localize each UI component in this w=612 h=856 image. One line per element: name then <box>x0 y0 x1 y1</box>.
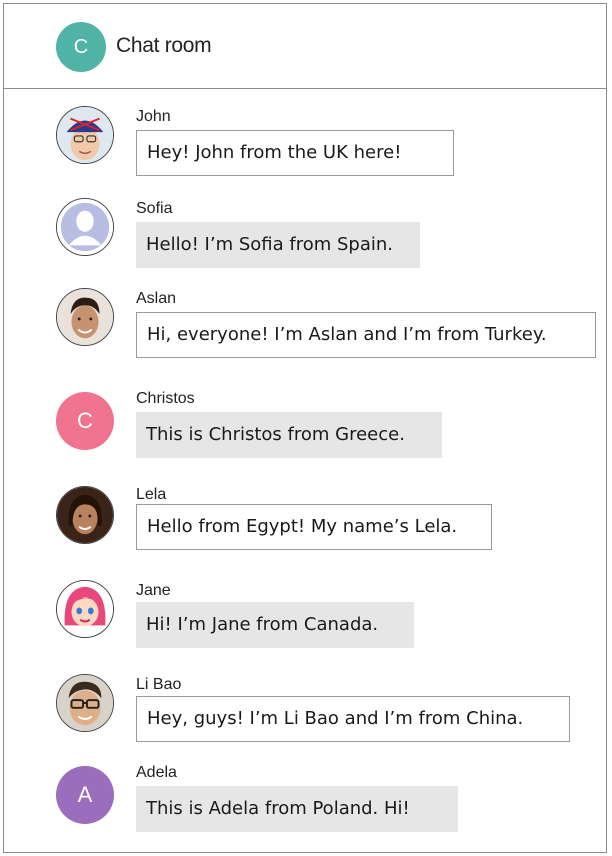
sender-name: Jane <box>136 582 171 599</box>
avatar-john[interactable] <box>56 106 114 164</box>
lela-photo-icon <box>57 487 113 543</box>
sender-name: Aslan <box>136 290 177 307</box>
room-title: Chat room <box>116 34 212 57</box>
avatar-sofia[interactable] <box>56 198 114 256</box>
sender-name: Li Bao <box>136 676 182 693</box>
message-bubble: This is Adela from Poland. Hi! <box>136 786 458 832</box>
sender-name: John <box>136 108 171 125</box>
sender-name: Adela <box>136 764 177 781</box>
jane-cartoon-icon <box>57 581 113 637</box>
avatar-aslan[interactable] <box>56 288 114 346</box>
sender-name: Sofia <box>136 200 173 217</box>
sender-name: Christos <box>136 390 195 407</box>
default-user-icon <box>57 199 113 255</box>
avatar-christos[interactable]: C <box>56 392 114 450</box>
avatar-li-bao[interactable] <box>56 674 114 732</box>
avatar-adela[interactable]: A <box>56 766 114 824</box>
message-bubble: Hello from Egypt! My name’s Lela. <box>136 504 492 550</box>
message-bubble: Hey, guys! I’m Li Bao and I’m from China… <box>136 696 570 742</box>
sender-name: Lela <box>136 486 167 503</box>
aslan-photo-icon <box>57 289 113 345</box>
message-bubble: This is Christos from Greece. <box>136 412 442 458</box>
message-bubble: Hey! John from the UK here! <box>136 130 454 176</box>
john-photo-icon <box>57 107 113 163</box>
chat-header: C Chat room <box>4 4 606 89</box>
li-bao-photo-icon <box>57 675 113 731</box>
avatar-jane[interactable] <box>56 580 114 638</box>
chat-window: C Chat room John Hey! John from the UK h… <box>3 3 607 853</box>
room-avatar[interactable]: C <box>56 22 106 72</box>
message-bubble: Hi! I’m Jane from Canada. <box>136 602 414 648</box>
message-bubble: Hi, everyone! I’m Aslan and I’m from Tur… <box>136 312 596 358</box>
message-bubble: Hello! I’m Sofia from Spain. <box>136 222 420 268</box>
avatar-lela[interactable] <box>56 486 114 544</box>
